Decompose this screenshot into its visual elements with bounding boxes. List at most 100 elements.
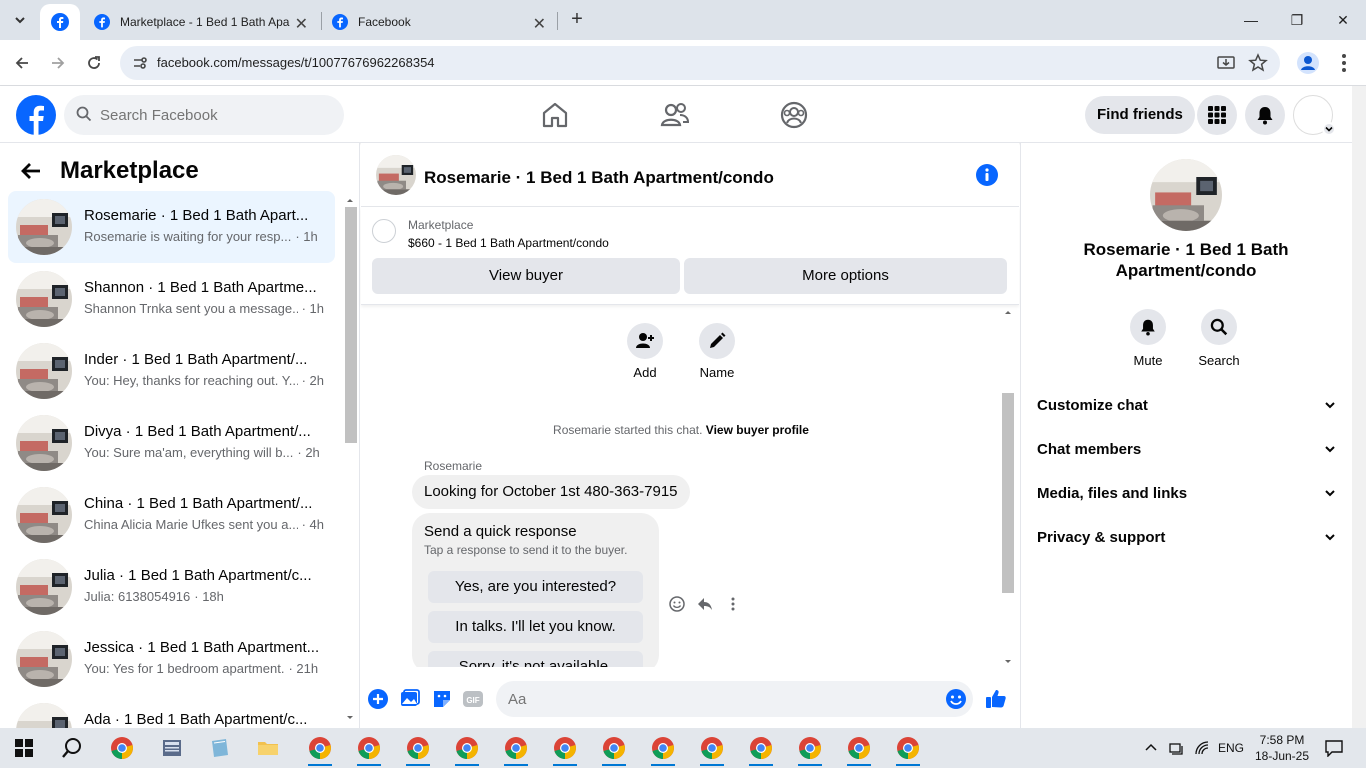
chrome-window-app[interactable] — [594, 732, 634, 766]
reload-button[interactable] — [80, 49, 108, 77]
account-button[interactable] — [1293, 95, 1336, 136]
chrome-window-app[interactable] — [349, 732, 389, 766]
profile-icon[interactable] — [1296, 51, 1320, 75]
chat-avatar[interactable] — [376, 155, 416, 195]
chevron-up-icon[interactable] — [1144, 741, 1158, 755]
more-vert-icon[interactable] — [1332, 51, 1356, 75]
news-app[interactable] — [152, 732, 192, 764]
site-settings-icon[interactable] — [130, 53, 150, 73]
scroll-thumb[interactable] — [1002, 393, 1014, 593]
media-files-links-section[interactable]: Media, files and links — [1037, 473, 1337, 513]
message-input-box[interactable] — [496, 681, 973, 717]
chat-avatar-large[interactable] — [1150, 159, 1222, 231]
info-icon[interactable] — [976, 164, 998, 186]
chrome-window-app[interactable] — [447, 732, 487, 766]
notifications-button[interactable] — [1245, 95, 1285, 135]
view-buyer-profile-link[interactable]: View buyer profile — [706, 423, 809, 437]
listing-title[interactable]: $660 - 1 Bed 1 Bath Apartment/condo — [408, 236, 609, 250]
pinned-tab-facebook[interactable] — [40, 4, 80, 40]
search-input[interactable] — [100, 95, 330, 135]
search-action[interactable]: Search — [1194, 309, 1244, 368]
home-icon[interactable] — [540, 100, 570, 130]
back-arrow-icon[interactable] — [20, 162, 42, 180]
chrome-window-app[interactable] — [643, 732, 683, 766]
scroll-up-icon[interactable] — [1001, 307, 1015, 317]
chat-members-section[interactable]: Chat members — [1037, 429, 1337, 469]
privacy-support-section[interactable]: Privacy & support — [1037, 517, 1337, 557]
message-scrollbar[interactable] — [1001, 307, 1015, 667]
conversation-item[interactable]: China · 1 Bed 1 Bath Apartment/... China … — [8, 479, 335, 551]
chrome-app[interactable] — [102, 732, 142, 764]
view-buyer-button[interactable]: View buyer — [372, 258, 680, 294]
tab-search-button[interactable] — [6, 6, 34, 34]
scroll-down-icon[interactable] — [1001, 657, 1015, 667]
restore-button[interactable]: ❐ — [1274, 0, 1320, 40]
close-tab-icon[interactable]: ✕ — [533, 14, 546, 34]
mute-action[interactable]: Mute — [1123, 309, 1173, 368]
conversation-item[interactable]: Julia · 1 Bed 1 Bath Apartment/c... Julia… — [8, 551, 335, 623]
conversation-item[interactable]: Divya · 1 Bed 1 Bath Apartment/... You: S… — [8, 407, 335, 479]
customize-chat-section[interactable]: Customize chat — [1037, 385, 1337, 425]
back-button[interactable] — [8, 49, 36, 77]
network-icon[interactable] — [1168, 740, 1186, 756]
name-action[interactable]: Name — [687, 323, 747, 380]
message-input[interactable] — [508, 681, 928, 717]
language-indicator[interactable]: ENG — [1218, 741, 1244, 755]
scroll-down-icon[interactable] — [343, 713, 357, 723]
tab-facebook[interactable]: Facebook ✕ — [320, 4, 556, 40]
chrome-window-app[interactable] — [300, 732, 340, 766]
bookmark-star-icon[interactable] — [1248, 53, 1268, 73]
close-window-button[interactable]: ✕ — [1320, 0, 1366, 40]
notepad-app[interactable] — [200, 732, 240, 764]
conversation-item[interactable]: Jessica · 1 Bed 1 Bath Apartment... You: … — [8, 623, 335, 695]
listing-thumbnail[interactable] — [372, 219, 396, 243]
close-tab-icon[interactable]: ✕ — [295, 14, 308, 34]
chrome-window-app[interactable] — [692, 732, 732, 766]
conversation-item[interactable]: Inder · 1 Bed 1 Bath Apartment/... You: H… — [8, 335, 335, 407]
photo-icon[interactable] — [399, 688, 421, 710]
find-friends-button[interactable]: Find friends — [1085, 96, 1195, 134]
file-explorer-app[interactable] — [248, 732, 288, 764]
start-button[interactable] — [4, 732, 44, 764]
page-scrollbar[interactable] — [1352, 86, 1366, 728]
address-bar[interactable]: facebook.com/messages/t/1007767696226835… — [120, 46, 1280, 80]
facebook-logo-icon[interactable] — [16, 95, 56, 135]
quick-response-option[interactable]: In talks. I'll let you know. — [428, 611, 643, 643]
conversation-scrollbar[interactable] — [343, 195, 357, 723]
system-clock[interactable]: 7:58 PM 18-Jun-25 — [1254, 732, 1310, 764]
chrome-window-app[interactable] — [741, 732, 781, 766]
wifi-icon[interactable] — [1194, 740, 1210, 756]
chrome-window-app[interactable] — [545, 732, 585, 766]
quick-response-option[interactable]: Sorry, it's not available. — [428, 651, 643, 667]
more-options-button[interactable]: More options — [684, 258, 1007, 294]
message-bubble[interactable]: Looking for October 1st 480-363-7915 — [412, 475, 690, 509]
friends-icon[interactable] — [660, 100, 690, 130]
plus-circle-icon[interactable] — [367, 688, 389, 710]
emoji-icon[interactable] — [945, 688, 967, 710]
chrome-window-app[interactable] — [790, 732, 830, 766]
chrome-window-app[interactable] — [398, 732, 438, 766]
scroll-thumb[interactable] — [345, 207, 357, 443]
groups-icon[interactable] — [779, 100, 809, 130]
chrome-window-app[interactable] — [839, 732, 879, 766]
menu-button[interactable] — [1197, 95, 1237, 135]
add-action[interactable]: Add — [615, 323, 675, 380]
react-emoji-icon[interactable] — [668, 595, 686, 613]
conversation-item[interactable]: Ada · 1 Bed 1 Bath Apartment/c... — [8, 695, 335, 728]
tab-marketplace[interactable]: Marketplace - 1 Bed 1 Bath Apa ✕ — [82, 4, 318, 40]
conversation-item[interactable]: Rosemarie · 1 Bed 1 Bath Apart... Rosemar… — [8, 191, 335, 263]
conversation-item[interactable]: Shannon · 1 Bed 1 Bath Apartme... Shannon… — [8, 263, 335, 335]
install-app-icon[interactable] — [1216, 53, 1236, 73]
notification-center-button[interactable] — [1314, 732, 1354, 764]
reply-icon[interactable] — [696, 595, 714, 613]
minimize-button[interactable]: — — [1228, 0, 1274, 40]
taskbar-search-button[interactable] — [52, 732, 92, 764]
sticker-icon[interactable] — [431, 688, 453, 710]
more-vert-icon[interactable] — [724, 595, 742, 613]
quick-response-option[interactable]: Yes, are you interested? — [428, 571, 643, 603]
scroll-up-icon[interactable] — [343, 195, 357, 205]
gif-icon[interactable]: GIF — [462, 688, 484, 710]
chrome-window-app[interactable] — [888, 732, 928, 766]
forward-button[interactable] — [44, 49, 72, 77]
chat-title[interactable]: Rosemarie · 1 Bed 1 Bath Apartment/condo — [424, 168, 774, 188]
